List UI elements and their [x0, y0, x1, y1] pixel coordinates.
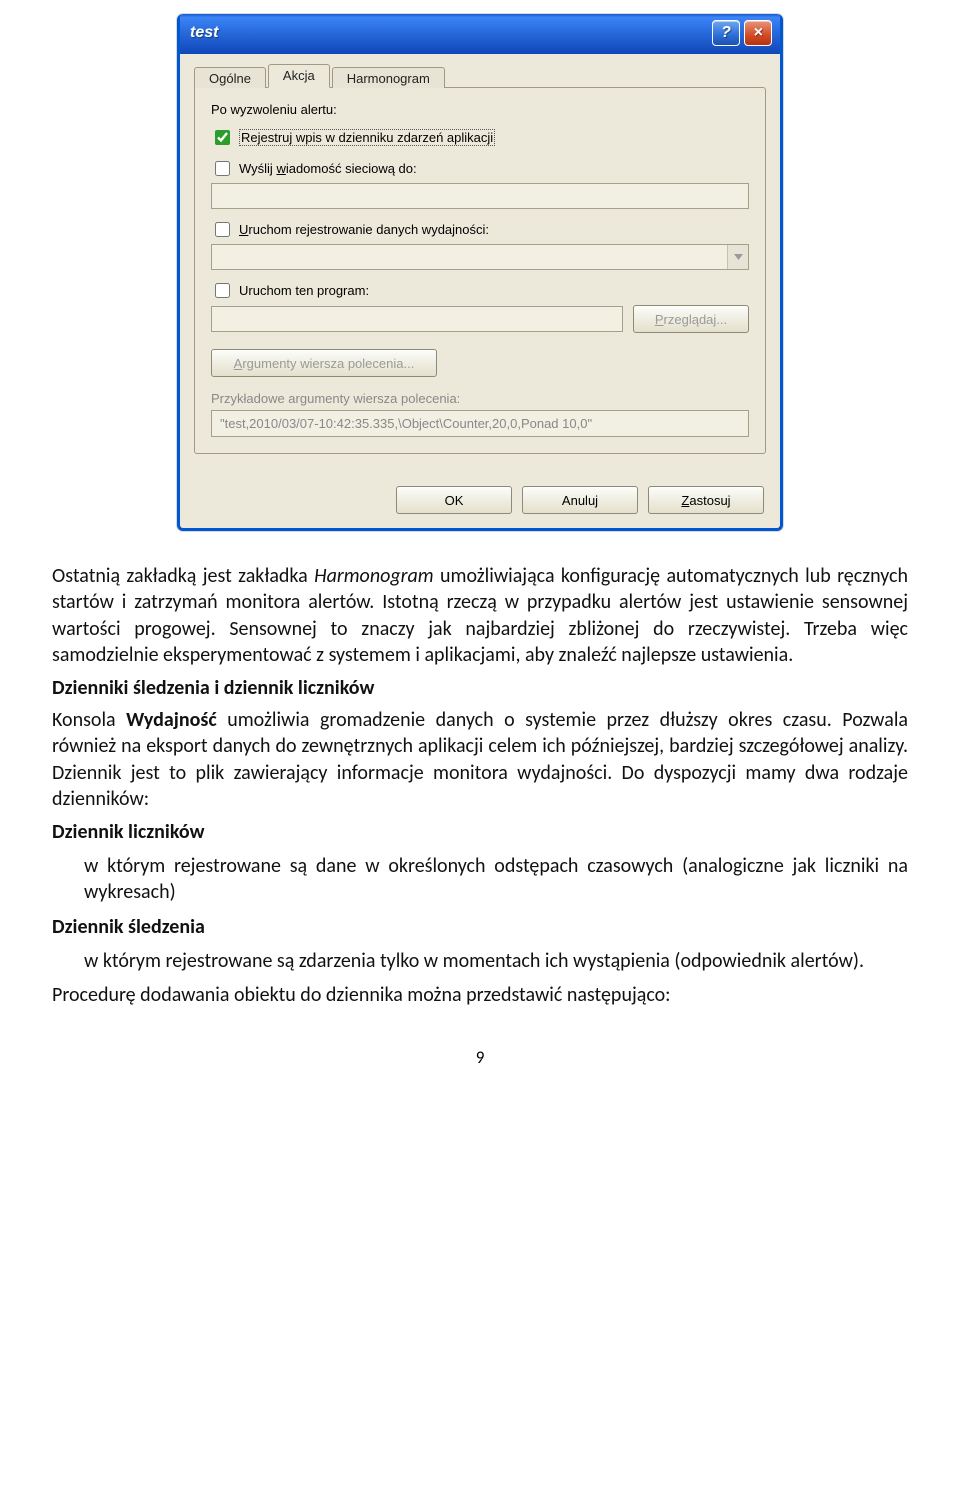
apply-label: Zastosuj: [681, 493, 730, 508]
text: Konsola: [52, 708, 126, 732]
paragraph-2: Konsola Wydajność umożliwia gromadzenie …: [52, 707, 908, 813]
paragraph-3: Procedurę dodawania obiektu do dziennika…: [52, 982, 908, 1008]
row-perflog: Uruchom rejestrowanie danych wydajności:: [211, 219, 749, 240]
example-label: Przykładowe argumenty wiersza polecenia:: [211, 391, 749, 406]
checkbox-log-entry[interactable]: [215, 130, 230, 145]
row-netmsg: Wyślij wiadomość sieciową do:: [211, 158, 749, 179]
close-button[interactable]: ×: [744, 20, 772, 46]
section-heading: Po wyzwoleniu alertu:: [211, 102, 749, 117]
ok-button[interactable]: OK: [396, 486, 512, 514]
tab-panel-action: Po wyzwoleniu alertu: Rejestruj wpis w d…: [194, 87, 766, 454]
tabs-row: Ogólne Akcja Harmonogram: [194, 64, 766, 88]
label-perflog: Uruchom rejestrowanie danych wydajności:: [239, 222, 489, 237]
dialog-footer: OK Anuluj Zastosuj: [180, 468, 780, 528]
heading-dzienniki: Dzienniki śledzenia i dziennik liczników: [52, 675, 908, 701]
tab-action[interactable]: Akcja: [268, 64, 330, 88]
list-item-licznikow-desc: w którym rejestrowane są dane w określon…: [84, 853, 908, 906]
label-netmsg: Wyślij wiadomość sieciową do:: [239, 161, 417, 176]
browse-label: Przeglądaj...: [655, 312, 727, 327]
tab-general[interactable]: Ogólne: [194, 67, 266, 88]
tab-schedule[interactable]: Harmonogram: [332, 67, 445, 88]
label-program: Uruchom ten program:: [239, 283, 369, 298]
window-title: test: [190, 24, 218, 42]
checkbox-perflog[interactable]: [215, 222, 230, 237]
checkbox-program[interactable]: [215, 283, 230, 298]
row-log-entry: Rejestruj wpis w dzienniku zdarzeń aplik…: [211, 127, 749, 148]
page-number: 9: [50, 1047, 910, 1068]
cancel-label: Anuluj: [562, 493, 598, 508]
titlebar[interactable]: test ? ×: [180, 14, 780, 54]
input-program[interactable]: [211, 306, 623, 332]
help-icon: ?: [721, 24, 731, 42]
checkbox-netmsg[interactable]: [215, 161, 230, 176]
apply-button[interactable]: Zastosuj: [648, 486, 764, 514]
paragraph-1: Ostatnią zakładką jest zakładka Harmonog…: [52, 563, 908, 669]
text: Ostatnią zakładką jest zakładka: [52, 564, 314, 588]
command-args-button[interactable]: Argumenty wiersza polecenia...: [211, 349, 437, 377]
list-item-sledzenia: Dziennik śledzenia: [52, 914, 908, 940]
example-value: "test,2010/03/07-10:42:35.335,\Object\Co…: [211, 410, 749, 437]
label-log-entry: Rejestruj wpis w dzienniku zdarzeń aplik…: [239, 129, 495, 146]
dialog-window: test ? × Ogólne Akcja Harmonogram Po wyz…: [177, 14, 783, 531]
command-args-label: Argumenty wiersza polecenia...: [234, 356, 415, 371]
ok-label: OK: [445, 493, 464, 508]
help-button[interactable]: ?: [712, 20, 740, 46]
cancel-button[interactable]: Anuluj: [522, 486, 638, 514]
chevron-down-icon: [727, 245, 748, 269]
text-italic: Harmonogram: [314, 564, 433, 588]
list-item-licznikow: Dziennik liczników: [52, 819, 908, 845]
input-netmsg[interactable]: [211, 183, 749, 209]
list-item-sledzenia-desc: w którym rejestrowane są zdarzenia tylko…: [84, 948, 908, 974]
browse-button[interactable]: Przeglądaj...: [633, 305, 749, 333]
text-bold: Wydajność: [126, 708, 217, 732]
document-body: Ostatnią zakładką jest zakładka Harmonog…: [50, 559, 910, 1019]
close-icon: ×: [753, 24, 762, 42]
row-program: Uruchom ten program:: [211, 280, 749, 301]
combo-perflog[interactable]: [211, 244, 749, 270]
